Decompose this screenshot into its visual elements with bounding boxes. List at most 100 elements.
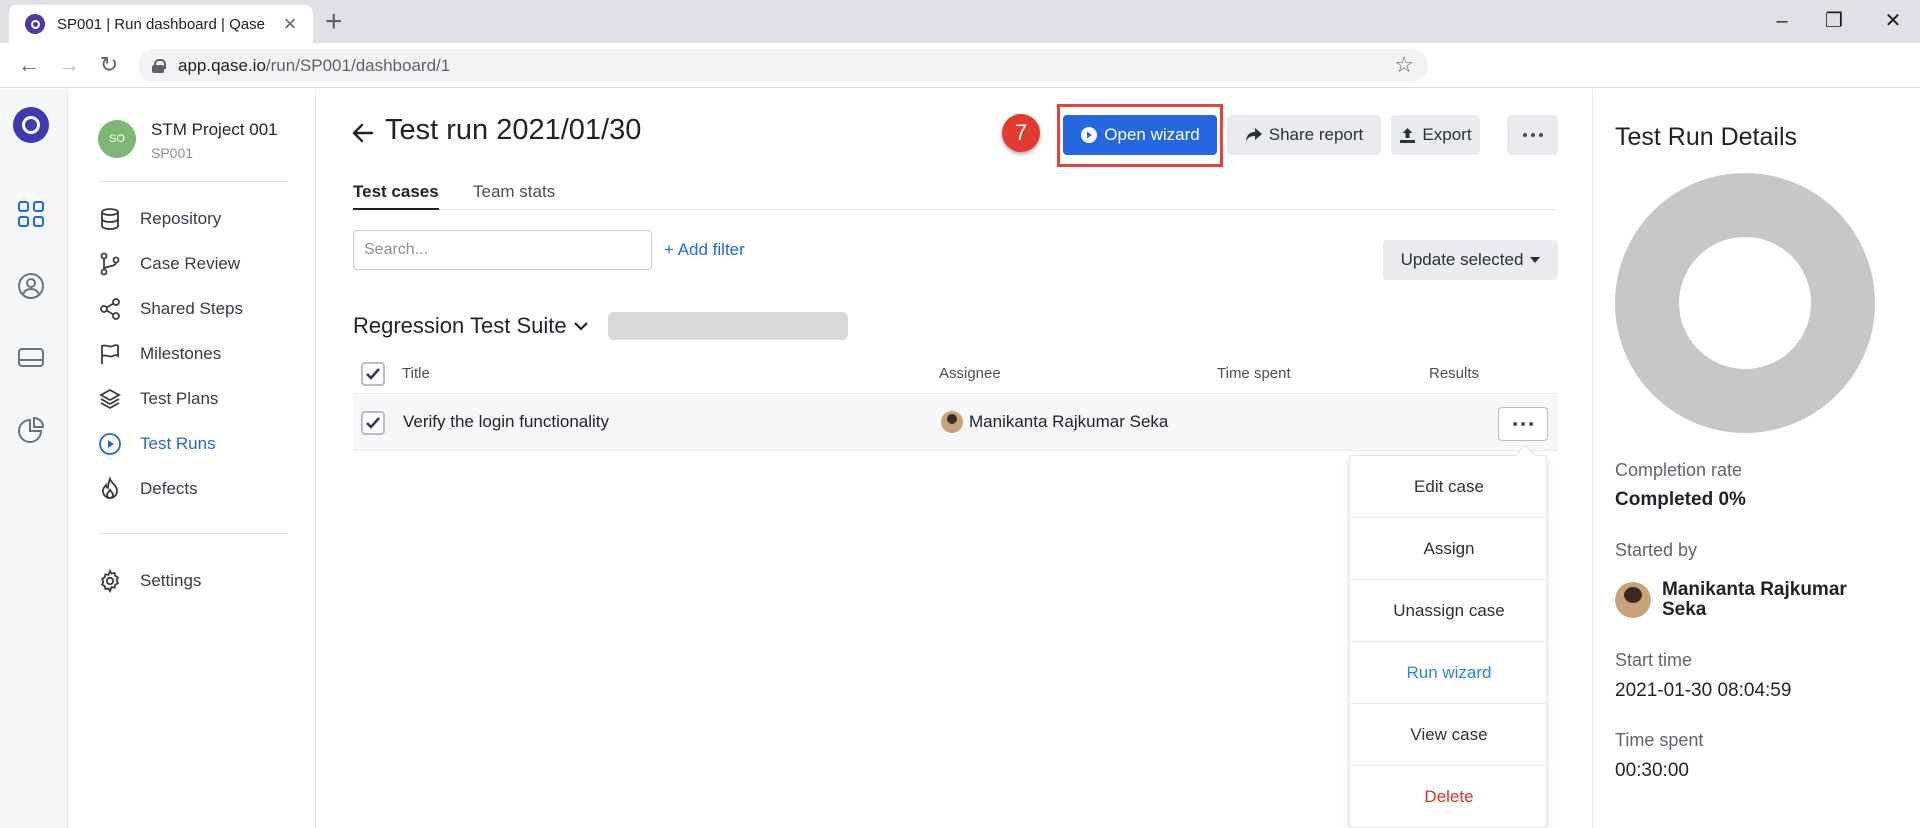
browser-tab[interactable]: SP001 | Run dashboard | Qase × — [9, 5, 313, 43]
column-header-results: Results — [1429, 365, 1480, 382]
browser-toolbar: ← → ↻ app.qase.io/run/SP001/dashboard/1 … — [0, 43, 1920, 88]
sidebar-item-shared-steps[interactable]: Shared Steps — [98, 291, 298, 327]
menu-item-run-wizard[interactable]: Run wizard — [1350, 642, 1548, 704]
qase-favicon-icon — [25, 14, 45, 34]
sidebar-item-label: Shared Steps — [140, 299, 244, 318]
starter-name: Manikanta Rajkumar Seka — [1662, 579, 1847, 620]
sidebar-divider — [98, 181, 288, 182]
sidebar-item-repository[interactable]: Repository — [98, 201, 298, 237]
row-checkbox[interactable] — [361, 411, 385, 435]
update-selected-button[interactable]: Update selected — [1383, 240, 1558, 280]
add-filter-link[interactable]: + Add filter — [664, 240, 745, 260]
back-arrow-icon[interactable] — [350, 120, 376, 146]
more-dot — [1529, 422, 1533, 426]
minimize-icon[interactable]: – — [1762, 4, 1802, 38]
table-row[interactable]: Verify the login functionality Manikanta… — [353, 395, 1558, 451]
play-circle-icon — [99, 433, 121, 455]
menu-item-view-case[interactable]: View case — [1350, 704, 1548, 766]
workspace-card-icon[interactable] — [16, 343, 46, 373]
row-more-button[interactable] — [1498, 407, 1548, 441]
restore-icon[interactable]: ❐ — [1814, 4, 1854, 38]
assignee-avatar — [941, 411, 963, 433]
git-branch-icon — [100, 252, 120, 276]
layers-icon — [99, 388, 121, 410]
column-header-assignee: Assignee — [939, 365, 1001, 382]
completion-rate-label: Completion rate — [1615, 460, 1743, 480]
address-bar[interactable]: app.qase.io/run/SP001/dashboard/1 ☆ — [138, 49, 1428, 82]
sidebar-item-defects[interactable]: Defects — [98, 471, 298, 507]
more-dot — [1530, 133, 1535, 137]
details-title: Test Run Details — [1615, 123, 1798, 151]
sidebar-item-label: Settings — [140, 571, 202, 590]
column-header-time-spent: Time spent — [1217, 365, 1291, 382]
sidebar-divider — [98, 533, 288, 534]
projects-grid-icon[interactable] — [16, 199, 46, 229]
suite-title[interactable]: Regression Test Suite — [353, 313, 589, 339]
more-dot — [1538, 133, 1543, 137]
reports-pie-icon[interactable] — [16, 415, 46, 445]
sidebar-item-label: Defects — [140, 479, 198, 498]
bookmark-star-icon[interactable]: ☆ — [1394, 52, 1414, 78]
search-input[interactable] — [353, 230, 652, 270]
project-code: SP001 — [151, 145, 194, 161]
column-header-title: Title — [402, 365, 430, 382]
new-tab-icon[interactable]: + — [325, 6, 343, 38]
donut-ring — [1615, 173, 1875, 433]
sidebar-item-settings[interactable]: Settings — [98, 563, 298, 599]
caret-down-icon — [1530, 257, 1541, 263]
menu-item-edit-case[interactable]: Edit case — [1350, 456, 1548, 518]
share-report-label: Share report — [1268, 125, 1364, 144]
sidebar-item-label: Repository — [140, 209, 222, 228]
menu-item-delete[interactable]: Delete — [1350, 766, 1548, 828]
project-sidebar: SO STM Project 001 SP001 Repository Case… — [68, 89, 316, 828]
export-button[interactable]: Export — [1391, 115, 1480, 155]
share-report-button[interactable]: Share report — [1227, 115, 1381, 155]
started-by-label: Started by — [1615, 540, 1698, 560]
sidebar-item-label: Test Runs — [140, 434, 216, 453]
open-wizard-label: Open wizard — [1104, 125, 1200, 144]
sidebar-item-milestones[interactable]: Milestones — [98, 336, 298, 372]
database-icon — [101, 208, 119, 230]
sidebar-item-test-plans[interactable]: Test Plans — [98, 381, 298, 417]
start-time-label: Start time — [1615, 650, 1693, 670]
play-circle-icon — [1081, 127, 1098, 143]
forward-icon[interactable]: → — [54, 50, 84, 80]
update-selected-label: Update selected — [1400, 250, 1524, 269]
more-actions-button[interactable] — [1507, 115, 1558, 155]
open-wizard-button[interactable]: Open wizard — [1063, 115, 1217, 155]
project-avatar: SO — [98, 120, 136, 158]
time-spent-value: 00:30:00 — [1615, 760, 1689, 781]
starter-avatar — [1615, 582, 1651, 618]
user-circle-icon[interactable] — [16, 271, 46, 301]
close-window-icon[interactable]: ✕ — [1873, 4, 1913, 38]
more-dots-icon — [1522, 133, 1527, 137]
url-text: app.qase.io/run/SP001/dashboard/1 — [178, 55, 451, 75]
sidebar-item-case-review[interactable]: Case Review — [98, 246, 298, 282]
completion-rate-value: Completed 0% — [1615, 489, 1746, 510]
fire-icon — [102, 477, 118, 499]
project-name[interactable]: STM Project 001 — [151, 120, 278, 140]
sidebar-item-test-runs[interactable]: Test Runs — [98, 426, 298, 462]
tab-test-cases[interactable]: Test cases — [353, 182, 439, 210]
step-number-badge: 7 — [1002, 114, 1040, 152]
share-icon — [100, 298, 120, 320]
app-icon-rail — [0, 89, 68, 828]
case-title[interactable]: Verify the login functionality — [403, 412, 609, 432]
lock-icon — [152, 58, 166, 73]
select-all-checkbox[interactable] — [361, 362, 385, 386]
checkmark-icon — [366, 417, 380, 429]
time-spent-label: Time spent — [1615, 730, 1704, 750]
run-tabs: Test cases Team stats — [353, 180, 1557, 210]
reload-icon[interactable]: ↻ — [94, 50, 124, 80]
menu-item-unassign-case[interactable]: Unassign case — [1350, 580, 1548, 642]
page-title: Test run 2021/01/30 — [385, 114, 642, 146]
close-tab-icon[interactable]: × — [279, 13, 301, 35]
menu-item-assign[interactable]: Assign — [1350, 518, 1548, 580]
tab-team-stats[interactable]: Team stats — [473, 182, 555, 208]
back-icon[interactable]: ← — [14, 50, 44, 80]
suite-progress-bar — [608, 312, 848, 340]
start-time-value: 2021-01-30 08:04:59 — [1615, 680, 1792, 701]
qase-logo-icon[interactable] — [13, 107, 49, 143]
table-header: Title Assignee Time spent Results — [353, 356, 1558, 394]
assignee-name: Manikanta Rajkumar Seka — [969, 412, 1169, 431]
